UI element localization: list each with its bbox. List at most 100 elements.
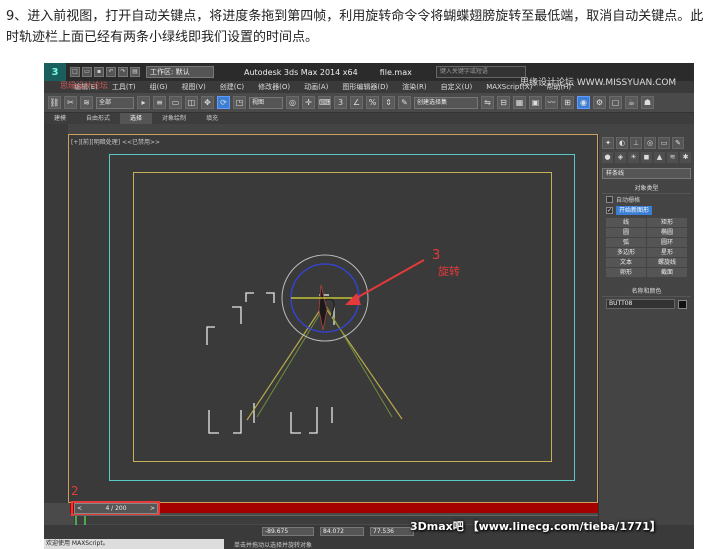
menu-item[interactable]: 修改器(O) — [258, 82, 290, 92]
lights-icon[interactable]: ☀ — [628, 152, 639, 163]
annotation-2-box — [71, 501, 160, 516]
new-file-icon[interactable]: □ — [70, 67, 80, 77]
shape-button[interactable]: 卵形 — [606, 268, 646, 277]
object-type-header[interactable]: 对象类型 — [602, 182, 691, 194]
shape-button[interactable]: 弧 — [606, 238, 646, 247]
edit-named-sel-icon[interactable]: ✎ — [398, 96, 411, 109]
rotate-icon[interactable]: ⟳ — [217, 96, 230, 109]
category-dropdown[interactable]: 样条线 — [602, 168, 691, 179]
menu-item[interactable]: 视图(V) — [182, 82, 206, 92]
spacewarps-icon[interactable]: ≋ — [667, 152, 678, 163]
helpers-icon[interactable]: ▲ — [654, 152, 665, 163]
display-tab-icon[interactable]: ▭ — [658, 137, 670, 149]
motion-tab-icon[interactable]: ◎ — [644, 137, 656, 149]
object-color-swatch[interactable] — [678, 299, 687, 309]
create-category-row: ● ◈ ☀ ◼ ▲ ≋ ✱ — [599, 152, 694, 166]
ribbon-tab[interactable]: 自由形式 — [76, 113, 120, 124]
object-name-field[interactable]: BUTT08 — [606, 299, 675, 309]
create-tab-icon[interactable]: ✦ — [602, 137, 614, 149]
angle-snap-icon[interactable]: ∠ — [350, 96, 363, 109]
app-title: Autodesk 3ds Max 2014 x64 — [244, 67, 358, 77]
modify-tab-icon[interactable]: ◐ — [616, 137, 628, 149]
start-new-shape-checkbox[interactable]: ✓ — [606, 207, 613, 214]
material-editor-icon[interactable]: ◉ — [577, 96, 590, 109]
pivot-center-icon[interactable]: ◎ — [286, 96, 299, 109]
render-setup-icon[interactable]: ⚙ — [593, 96, 606, 109]
ribbon-tab[interactable]: 建模 — [44, 113, 76, 124]
shape-button[interactable]: 圆环 — [647, 238, 687, 247]
graphite-icon[interactable]: ▣ — [529, 96, 542, 109]
menu-item[interactable]: 渲染(R) — [402, 82, 426, 92]
y-coord-field[interactable]: 84.072 — [320, 527, 364, 536]
window-crossing-icon[interactable]: ◫ — [185, 96, 198, 109]
mirror-icon[interactable]: ⇋ — [481, 96, 494, 109]
search-input[interactable]: 键入关键字或短语 — [435, 66, 526, 78]
move-icon[interactable]: ✥ — [201, 96, 214, 109]
ribbon-tab[interactable]: 选择 — [120, 113, 153, 124]
utilities-tab-icon[interactable]: ✎ — [672, 137, 684, 149]
render-iterative-icon[interactable]: ☗ — [641, 96, 654, 109]
shape-button[interactable]: 椭圆 — [647, 228, 687, 237]
save-icon[interactable]: ▪ — [94, 67, 104, 77]
shape-button[interactable]: 文本 — [606, 258, 646, 267]
ribbon-tab[interactable]: 填充 — [196, 113, 228, 124]
shapes-icon[interactable]: ◈ — [615, 152, 626, 163]
link-icon[interactable]: ⛓ — [48, 96, 61, 109]
object-type-rollout: 对象类型 自动栅格 ✓ 开始新图形 线矩形圆椭圆弧圆环 多边形 星形 文本 螺旋线 卵形截… — [602, 182, 691, 279]
redo-icon[interactable]: ↷ — [118, 67, 128, 77]
start-new-shape-button[interactable]: 开始新图形 — [616, 206, 653, 215]
select-object-icon[interactable]: ▸ — [137, 96, 150, 109]
align-icon[interactable]: ⊟ — [497, 96, 510, 109]
menu-item[interactable]: 创建(C) — [220, 82, 244, 92]
name-color-header[interactable]: 名称和颜色 — [602, 285, 691, 297]
project-folder-icon[interactable]: ▤ — [130, 67, 140, 77]
ribbon-tab[interactable]: 对象绘制 — [152, 113, 196, 124]
scale-icon[interactable]: ◳ — [233, 96, 246, 109]
shape-button[interactable]: 圆 — [606, 228, 646, 237]
spinner-snap-icon[interactable]: ⇕ — [382, 96, 395, 109]
cameras-icon[interactable]: ◼ — [641, 152, 652, 163]
bind-spacewarp-icon[interactable]: ≋ — [80, 96, 93, 109]
unlink-icon[interactable]: ✂ — [64, 96, 77, 109]
layer-icon[interactable]: ▦ — [513, 96, 526, 109]
shape-button[interactable]: 星形 — [647, 248, 687, 257]
keyboard-shortcut-icon[interactable]: ⌨ — [318, 96, 331, 109]
undo-icon[interactable]: ↶ — [106, 67, 116, 77]
systems-icon[interactable]: ✱ — [680, 152, 691, 163]
menu-item[interactable]: 自定义(U) — [441, 82, 473, 92]
selection-filter[interactable]: 全部 — [96, 96, 134, 109]
named-selection-set[interactable]: 创建选择集 — [414, 96, 478, 109]
shape-button[interactable]: 截面 — [647, 268, 687, 277]
curve-editor-icon[interactable]: 〰 — [545, 96, 558, 109]
select-by-name-icon[interactable]: ≡ — [153, 96, 166, 109]
render-frame-icon[interactable]: ▢ — [609, 96, 622, 109]
shape-button[interactable]: 螺旋线 — [647, 258, 687, 267]
front-viewport[interactable]: [+][前][明暗处理] <<已禁用>> 3 旋转 — [68, 134, 598, 503]
menu-item[interactable]: 图形编辑器(D) — [342, 82, 388, 92]
z-coord-field[interactable]: 77.536 — [370, 527, 414, 536]
ref-coord-select[interactable]: 视图 — [249, 96, 283, 109]
manipulate-icon[interactable]: ✛ — [302, 96, 315, 109]
schematic-view-icon[interactable]: ⊞ — [561, 96, 574, 109]
render-icon[interactable]: ☕ — [625, 96, 638, 109]
snap-icon[interactable]: 3 — [334, 96, 347, 109]
app-logo[interactable]: 3 — [44, 63, 66, 81]
shape-button[interactable]: 多边形 — [606, 248, 646, 257]
open-file-icon[interactable]: ▭ — [82, 67, 92, 77]
autogrid-checkbox[interactable] — [606, 196, 613, 203]
shape-button[interactable]: 矩形 — [647, 218, 687, 227]
hierarchy-tab-icon[interactable]: ⊥ — [630, 137, 642, 149]
x-coord-field[interactable]: -89.675 — [262, 527, 314, 536]
geometry-icon[interactable]: ● — [602, 152, 613, 163]
butterfly-object[interactable] — [246, 284, 403, 421]
command-panel: ✦ ◐ ⊥ ◎ ▭ ✎ ● ◈ ☀ ◼ ▲ ≋ ✱ 样条线 对象类型 自动栅格 … — [598, 134, 694, 549]
maxscript-listener[interactable]: 欢迎使用 MAXScript。 — [44, 539, 224, 549]
shape-button[interactable]: 线 — [606, 218, 646, 227]
menu-item[interactable]: 动画(A) — [304, 82, 328, 92]
rect-selection-icon[interactable]: ▭ — [169, 96, 182, 109]
workspace-select[interactable]: 工作区: 默认 — [146, 66, 214, 78]
annotation-3-number: 3 — [432, 248, 440, 263]
menu-item[interactable]: 组(G) — [150, 82, 168, 92]
menu-item[interactable]: 工具(T) — [112, 82, 136, 92]
percent-snap-icon[interactable]: % — [366, 96, 379, 109]
